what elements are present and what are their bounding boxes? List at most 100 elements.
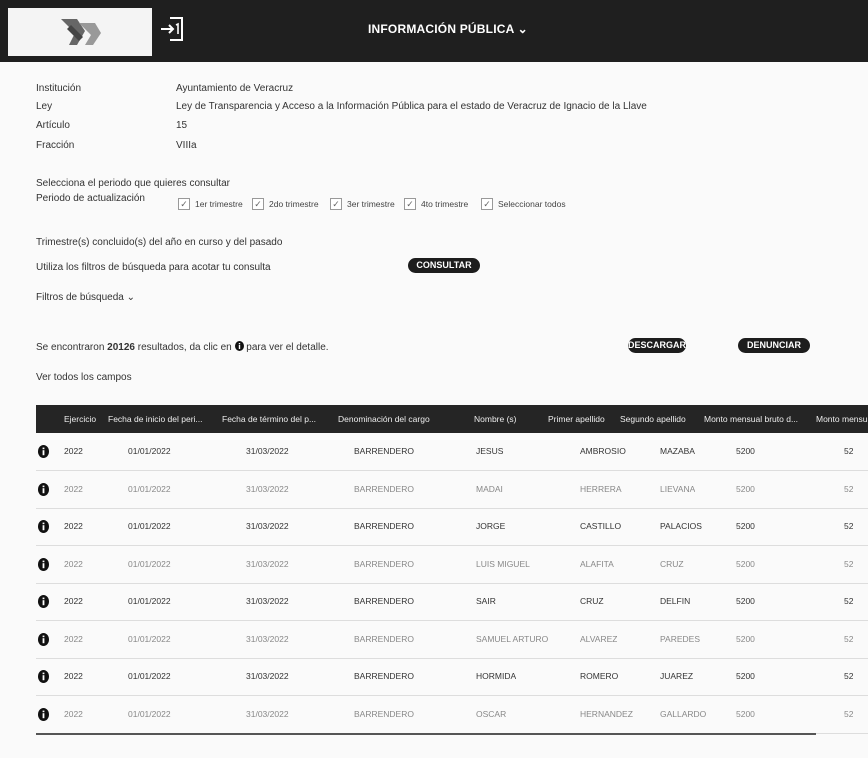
column-header[interactable]: Monto mensu [816,405,868,433]
table-cell: 2022 [64,596,83,606]
column-header[interactable]: Primer apellido [548,405,620,433]
table-cell: ALAFITA [580,558,614,569]
logo[interactable] [8,8,152,56]
column-header[interactable]: Ejercicio [64,405,104,433]
table-cell: 5200 [736,708,755,719]
column-header[interactable]: Monto mensual bruto d... [704,405,808,433]
article-label: Artículo [36,120,70,131]
info-icon[interactable] [38,445,49,458]
law-label: Ley [36,101,53,112]
search-filters-toggle[interactable]: Filtros de búsqueda ⌄ [36,292,135,303]
column-header[interactable]: Segundo apellido [620,405,696,433]
table-cell: CASTILLO [580,521,622,531]
table-cell: 52 [844,521,854,531]
info-icon[interactable] [38,595,49,608]
public-info-menu[interactable]: INFORMACIÓN PÚBLICA ⌄ [368,22,528,36]
table-cell: BARRENDERO [354,671,414,681]
chevron-down-icon: ⌄ [517,22,528,36]
results-count: 20126 [107,342,135,353]
select-all-label: Seleccionar todos [498,199,566,209]
table-cell: DELFIN [660,596,691,606]
column-header[interactable]: Denominación del cargo [338,405,442,433]
checkmark-icon: ✓ [252,198,264,210]
table-cell: 01/01/2022 [128,596,171,606]
table-bottom-border [36,733,816,735]
table-cell: 2022 [64,558,83,569]
table-row: 2022 01/01/2022 31/03/2022 BARRENDERO HORMID… [36,658,868,696]
checkmark-icon: ✓ [178,198,190,210]
table-cell: AMBROSIO [580,446,626,456]
top-navigation-bar: INFORMACIÓN PÚBLICA ⌄ [0,0,868,62]
table-cell: JUAREZ [660,671,694,681]
results-suffix-a: resultados, da clic en [137,342,232,353]
article-value: 15 [176,120,188,131]
table-cell: BARRENDERO [354,708,414,719]
table-cell: PAREDES [660,633,700,644]
table-cell: 5200 [736,671,755,681]
table-cell: HERRERA [580,483,622,494]
exit-icon[interactable] [158,14,186,44]
consult-button[interactable]: CONSULTAR [408,258,480,273]
table-cell: 01/01/2022 [128,671,171,681]
table-cell: 52 [844,708,854,719]
column-header[interactable]: Nombre (s) [474,405,534,433]
quarter-3-checkbox[interactable]: ✓ 3er trimestre [330,198,395,210]
table-row: 2022 01/01/2022 31/03/2022 BARRENDERO JESUS A… [36,433,868,471]
table-cell: 2022 [64,633,83,644]
quarter-3-label: 3er trimestre [347,199,395,209]
checkmark-icon: ✓ [404,198,416,210]
table-cell: 31/03/2022 [246,596,289,606]
table-cell: 5200 [736,596,755,606]
table-cell: OSCAR [476,708,507,719]
table-cell: SAMUEL ARTURO [476,633,549,644]
info-icon[interactable] [38,632,49,646]
table-cell: CRUZ [660,558,684,569]
info-icon[interactable] [38,482,49,496]
table-cell: 31/03/2022 [246,633,289,644]
checkmark-icon: ✓ [481,198,493,210]
quarter-2-checkbox[interactable]: ✓ 2do trimestre [252,198,319,210]
table-cell: PALACIOS [660,521,702,531]
table-cell: MADAI [476,483,503,494]
table-row: 2022 01/01/2022 31/03/2022 BARRENDERO SAMUEL… [36,621,868,659]
table-cell: 31/03/2022 [246,446,289,456]
table-cell: ALVAREZ [580,633,618,644]
table-cell: 52 [844,596,854,606]
info-icon[interactable] [38,557,49,571]
table-cell: 5200 [736,483,755,494]
table-cell: 52 [844,671,854,681]
table-cell: ROMERO [580,671,619,681]
table-cell: 01/01/2022 [128,521,171,531]
table-cell: 5200 [736,446,755,456]
table-cell: 5200 [736,521,755,531]
table-cell: 31/03/2022 [246,671,289,681]
results-summary: Se encontraron 20126 resultados, da clic… [36,341,329,353]
table-cell: BARRENDERO [354,596,414,606]
info-icon[interactable] [38,670,49,683]
report-button[interactable]: DENUNCIAR [738,338,810,353]
table-cell: 52 [844,446,854,456]
info-icon[interactable] [38,707,49,721]
institution-label: Institución [36,83,82,94]
logo-icon [61,19,101,45]
quarter-4-checkbox[interactable]: ✓ 4to trimestre [404,198,468,210]
table-cell: GALLARDO [660,708,707,719]
download-button[interactable]: DESCARGAR [628,338,686,353]
column-header[interactable]: Fecha de inicio del peri... [108,405,208,433]
table-cell: LIEVANA [660,483,696,494]
table-cell: BARRENDERO [354,483,414,494]
search-filters-label: Filtros de búsqueda [36,292,124,303]
table-row: 2022 01/01/2022 31/03/2022 BARRENDERO JORGE C… [36,508,868,546]
quarter-1-checkbox[interactable]: ✓ 1er trimestre [178,198,243,210]
fraction-value: VIIIa [176,140,197,151]
chevron-down-icon: ⌄ [126,292,136,303]
column-header[interactable]: Fecha de término del p... [222,405,322,433]
view-all-fields-link[interactable]: Ver todos los campos [36,372,132,383]
table-cell: 01/01/2022 [128,633,171,644]
law-value: Ley de Transparencia y Acceso a la Infor… [176,101,647,112]
table-row: 2022 01/01/2022 31/03/2022 BARRENDERO SAIR CR… [36,583,868,621]
table-cell: 52 [844,633,854,644]
info-icon[interactable] [38,520,49,533]
select-all-checkbox[interactable]: ✓ Seleccionar todos [481,198,566,210]
table-row: 2022 01/01/2022 31/03/2022 BARRENDERO MADAI H… [36,471,868,509]
